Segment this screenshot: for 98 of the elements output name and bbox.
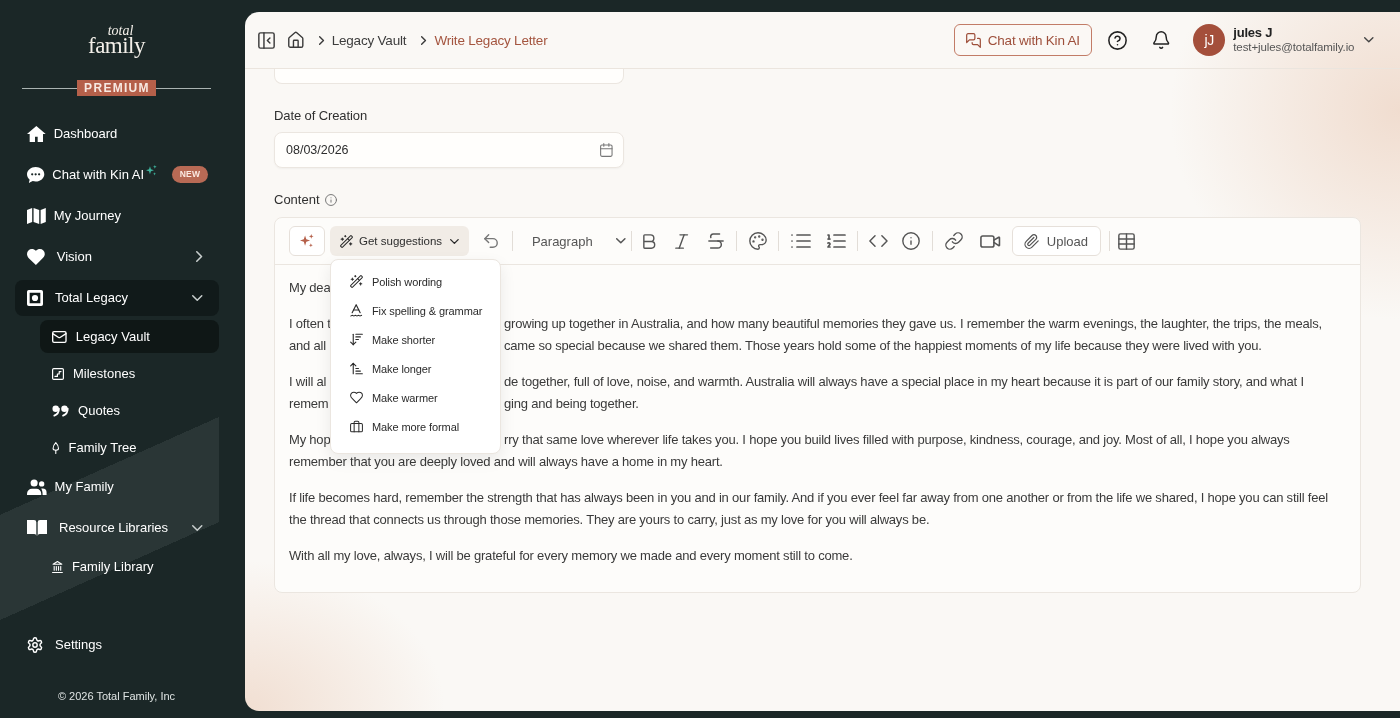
letter-text-fragment: My hop	[289, 431, 331, 449]
map-icon	[27, 207, 46, 224]
chat-button[interactable]: Chat with Kin AI	[953, 24, 1092, 56]
menu-item[interactable]: Make longer	[331, 354, 500, 383]
menu-item[interactable]: Polish wording	[331, 267, 500, 296]
briefcase-icon	[350, 420, 363, 433]
suggestions-button[interactable]: Get suggestions	[330, 226, 469, 256]
chevron-right-icon	[421, 35, 427, 45]
sub-nav-item[interactable]: Family Library	[40, 550, 219, 583]
heart-outline-icon	[350, 391, 363, 404]
breadcrumb-link[interactable]: Legacy Vault	[331, 32, 407, 48]
nav-item[interactable]: Vision	[15, 238, 219, 275]
letter-paragraph: With all my love, always, I will be grateful for every memory we made and every moment still to come.	[289, 547, 854, 565]
code-icon[interactable]	[868, 235, 888, 247]
envelope-icon	[52, 330, 67, 343]
sub-nav-item[interactable]: Legacy Vault	[40, 320, 219, 353]
user-email: test+jules@totalfamily.io	[1233, 40, 1355, 55]
chevron-right-icon	[318, 35, 324, 45]
letter-text-fragment: and all	[289, 337, 326, 355]
sparkles-icon	[300, 234, 314, 248]
help-icon[interactable]	[1107, 30, 1127, 50]
italic-icon[interactable]	[674, 233, 688, 249]
letter-text-fragment: My dea	[289, 280, 331, 295]
nav-item[interactable]: My Family	[15, 468, 219, 505]
info-icon[interactable]	[901, 232, 920, 250]
panel-left-icon[interactable]	[258, 31, 275, 49]
magic-wand-icon	[350, 275, 363, 288]
copyright-text: © 2026 Total Family, Inc	[56, 689, 177, 703]
nav-item[interactable]: My Journey	[15, 197, 219, 234]
user-avatar[interactable]: jJ	[1193, 24, 1226, 56]
sub-nav-item[interactable]: Milestones	[40, 357, 219, 390]
bank-icon	[52, 560, 63, 573]
home-icon[interactable]	[288, 32, 304, 48]
nav-item[interactable]: Dashboard	[15, 115, 219, 152]
sparkle-icon	[146, 164, 157, 176]
user-name: jules J	[1233, 25, 1274, 40]
nav-item[interactable]: Total Legacy	[15, 279, 219, 316]
sub-nav-item[interactable]: Quotes	[40, 394, 219, 427]
letter-text-fragment: ging and being together.	[504, 395, 639, 413]
menu-item[interactable]: Make shorter	[331, 325, 500, 354]
sub-nav-item[interactable]: Family Tree	[40, 431, 219, 464]
chat-bubble-icon	[27, 166, 45, 183]
numbered-list-icon[interactable]	[826, 233, 846, 249]
letter-text-fragment: I will al	[289, 373, 327, 391]
safe-icon	[27, 289, 43, 306]
menu-item[interactable]: Fix spelling & grammar	[331, 296, 500, 325]
palette-icon[interactable]	[748, 232, 767, 250]
bullet-list-icon[interactable]	[790, 234, 811, 248]
video-camera-icon[interactable]	[979, 234, 1001, 248]
book-icon	[27, 519, 47, 536]
magic-wand-icon	[340, 234, 353, 248]
letter-text-fragment: came so special because we shared them. Those years hold some of the happiest moments of my life because they were lived with you.	[504, 337, 1262, 355]
paperclip-icon	[1025, 233, 1039, 249]
nav-item[interactable]: Settings	[15, 626, 219, 663]
table-icon[interactable]	[1117, 232, 1135, 250]
home-icon	[27, 125, 46, 142]
arrow-up-lines-icon	[350, 362, 363, 375]
info-icon	[324, 194, 337, 206]
field-label: Date of Creation	[274, 107, 368, 125]
category-select-field[interactable]	[274, 69, 624, 84]
heart-icon	[27, 248, 45, 265]
tree-icon	[52, 441, 60, 454]
letter-text-fragment: de together, full of love, noise, and warmth. Australia will always have a special place in my heart because it is part of our family story, and what I	[504, 373, 1304, 391]
block-type-select[interactable]: Paragraph	[531, 233, 626, 249]
spell-check-icon	[350, 304, 363, 317]
letter-paragraph: If life becomes hard, remember the strength that has always been in you and in our family. And if you ever feel far away from one another or from the life we shared, I hope you can still feel the thread that connects us through those memories. They are yours to carry, just as my love for you will always be.	[289, 489, 1329, 529]
link-icon[interactable]	[944, 232, 963, 250]
logo-small-word: total	[107, 25, 134, 37]
strikethrough-icon[interactable]	[707, 233, 724, 249]
upload-button[interactable]: Upload	[1012, 226, 1101, 256]
undo-icon[interactable]	[483, 234, 498, 248]
menu-item[interactable]: Make warmer	[331, 383, 500, 412]
field-label: Content	[274, 191, 320, 209]
plan-badge: PREMIUM	[77, 80, 156, 96]
chevron-down-icon	[616, 238, 626, 244]
chevron-down-icon	[450, 238, 459, 244]
bell-icon[interactable]	[1152, 31, 1170, 49]
date-field[interactable]: 08/03/2026	[274, 132, 624, 168]
chat-bubbles-icon	[965, 32, 981, 48]
new-badge: NEW	[171, 166, 209, 183]
menu-item[interactable]: Make more formal	[331, 412, 500, 441]
chevron-down-icon[interactable]	[1364, 37, 1374, 43]
bold-icon[interactable]	[642, 233, 655, 249]
steps-square-icon	[52, 367, 64, 380]
letter-text-fragment: growing up together in Australia, and how many beautiful memories they gave us. I remember the warm evenings, the laughter, the trips, the meals,	[504, 315, 1322, 333]
users-icon	[27, 478, 47, 495]
nav-item[interactable]: Chat with Kin AI NEW	[15, 156, 219, 193]
breadcrumb-link[interactable]: Write Legacy Letter	[434, 32, 548, 48]
ai-assist-button[interactable]	[289, 226, 325, 256]
arrow-down-lines-icon	[350, 333, 363, 346]
logo-large-word: family	[87, 35, 145, 56]
letter-text-fragment: rry that same love wherever life takes you. I hope you build lives filled with purpose, kindness, courage, and joy. Most of all, I hope you always	[504, 431, 1290, 449]
letter-text-fragment: remember that you are deeply loved and will always have a home in my heart.	[289, 454, 723, 469]
quote-icon	[52, 404, 70, 417]
nav-item[interactable]: Resource Libraries	[15, 509, 219, 546]
letter-text-fragment: remem	[289, 395, 329, 413]
settings-icon	[27, 636, 43, 653]
calendar-icon[interactable]	[600, 143, 613, 157]
